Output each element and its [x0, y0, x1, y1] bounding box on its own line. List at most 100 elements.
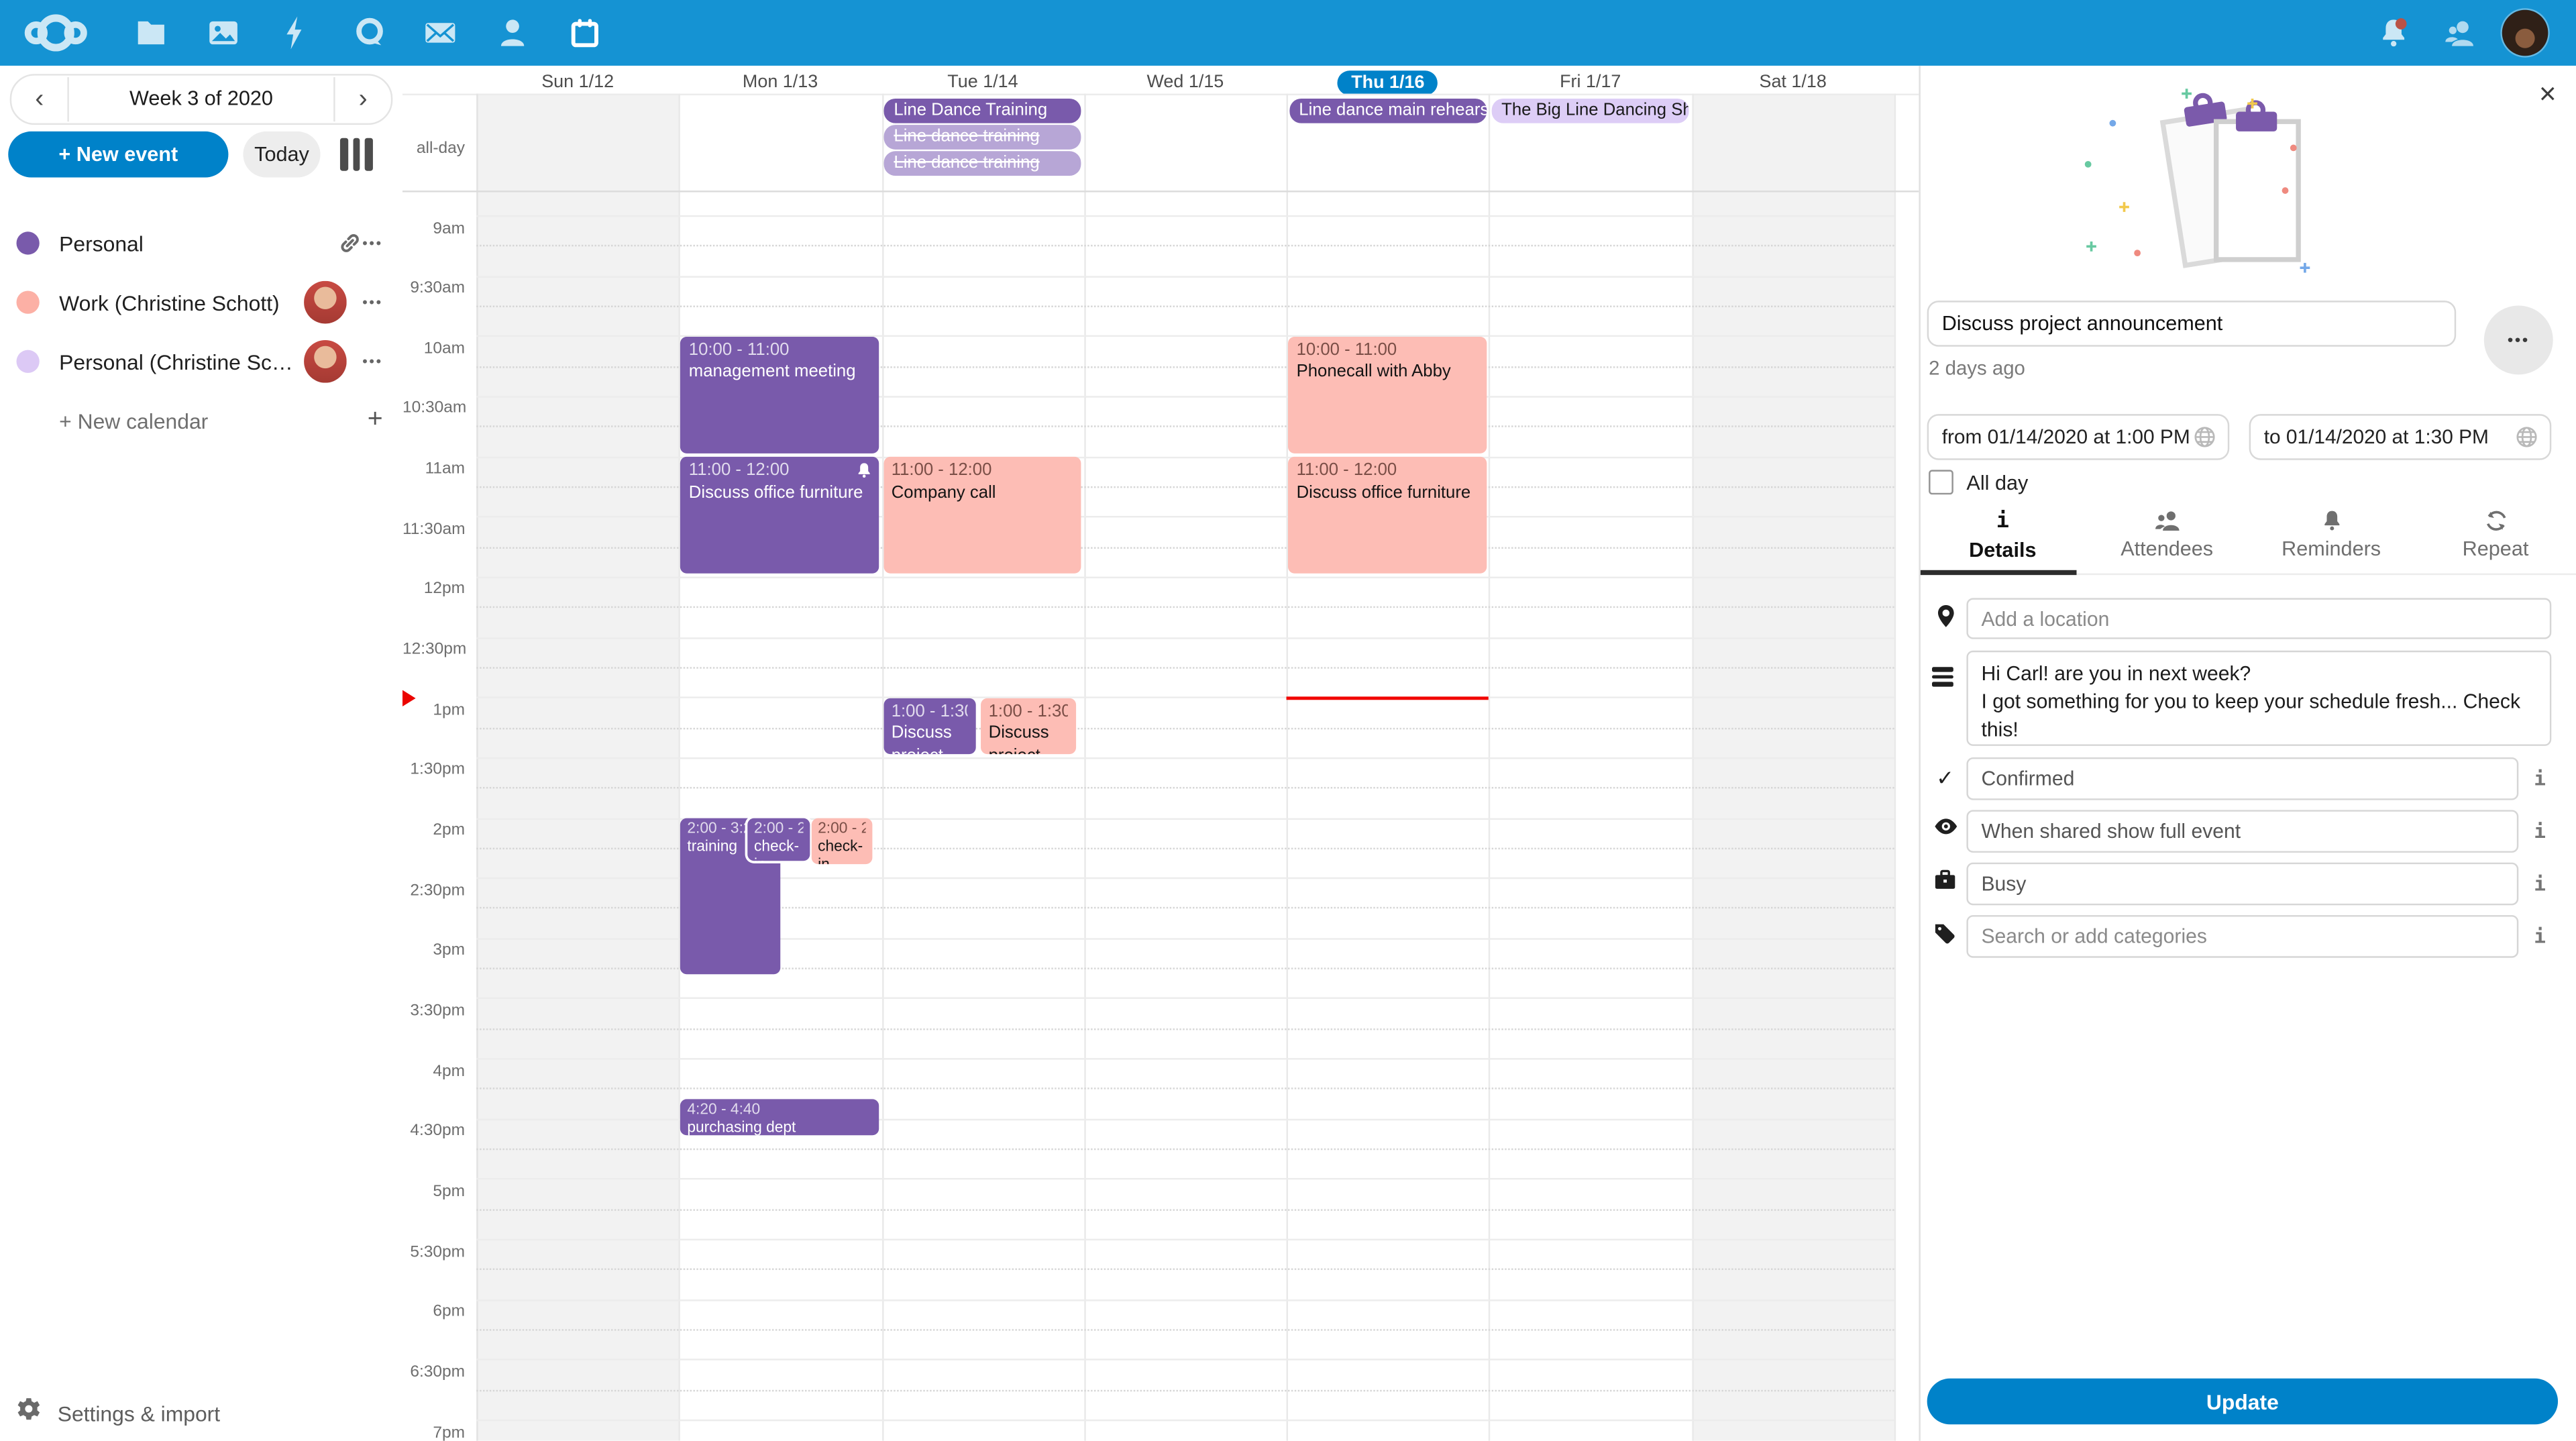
status-check-icon: ✓: [1932, 765, 1958, 792]
status-select[interactable]: Confirmed: [1966, 757, 2518, 800]
settings-import-button[interactable]: Settings & import: [16, 1398, 220, 1428]
description-textarea[interactable]: Hi Carl! are you in next week? I got som…: [1966, 651, 2551, 746]
tab-details[interactable]: i Details: [1921, 506, 2085, 575]
calendar-event[interactable]: 10:00 - 11:00management meeting: [681, 337, 879, 453]
all-day-event[interactable]: The Big Line Dancing Show: [1491, 99, 1689, 123]
time-axis-label: 9:30am: [402, 280, 465, 298]
calendar-week-grid: Sun 1/12Mon 1/13Tue 1/14Wed 1/15Thu 1/16…: [402, 66, 1919, 1441]
event-title-input[interactable]: [1927, 301, 2457, 347]
time-grid: 9am9:30am10am10:30am11am11:30am12pm12:30…: [402, 193, 1919, 1441]
talk-app-icon[interactable]: [333, 0, 406, 66]
event-actions-menu-icon[interactable]: •••: [2484, 306, 2553, 375]
calendar-event[interactable]: 1:00 - 1:30Discuss project: [980, 698, 1075, 754]
app-window: ‹ Week 3 of 2020 › + New event Today Per…: [0, 0, 2576, 1441]
calendar-name: Personal (Christine Scho…): [59, 349, 303, 374]
files-app-icon[interactable]: [115, 0, 187, 66]
calendar-actions-icon[interactable]: •••: [362, 354, 382, 370]
new-calendar-button[interactable]: + New calendar+: [0, 391, 402, 450]
close-icon[interactable]: ×: [2539, 79, 2557, 109]
today-pill: Thu 1/16: [1338, 70, 1438, 95]
calendar-event[interactable]: 2:00 - 2:20check-in: [747, 818, 809, 861]
time-axis-label: 6pm: [402, 1303, 465, 1322]
tab-reminders[interactable]: Reminders: [2249, 506, 2414, 575]
day-header: Mon 1/13: [679, 70, 881, 93]
photos-app-icon[interactable]: [187, 0, 260, 66]
time-axis-label: 11am: [402, 460, 465, 478]
calendar-actions-icon[interactable]: •••: [362, 294, 382, 310]
event-illustration: [2059, 85, 2420, 279]
time-axis-label: 2:30pm: [402, 882, 465, 900]
calendar-event[interactable]: 4:20 - 4:40purchasing dept: [681, 1099, 879, 1135]
categories-tag-icon: [1932, 922, 1958, 953]
plus-icon: +: [368, 406, 383, 435]
event-start-datetime[interactable]: from 01/14/2020 at 1:00 PM: [1927, 414, 2230, 460]
editor-tabs: i Details Attendees Reminders Repeat: [1921, 506, 2576, 575]
time-axis-label: 1:30pm: [402, 761, 465, 780]
update-button[interactable]: Update: [1927, 1379, 2558, 1425]
visibility-eye-icon: [1932, 815, 1958, 845]
calendar-event[interactable]: 11:00 - 12:00Discuss office furniture: [681, 457, 879, 573]
event-end-datetime[interactable]: to 01/14/2020 at 1:30 PM: [2249, 414, 2552, 460]
location-pin-icon: [1932, 603, 1958, 637]
categories-info-icon[interactable]: i: [2528, 925, 2551, 948]
mail-app-icon[interactable]: [404, 0, 476, 66]
calendar-event[interactable]: 11:00 - 12:00Discuss office furniture: [1288, 457, 1487, 573]
calendar-owner-avatar: [303, 281, 346, 324]
calendar-event[interactable]: 11:00 - 12:00Company call: [883, 457, 1081, 573]
time-axis-label: 4pm: [402, 1062, 465, 1080]
calendar-event[interactable]: 1:00 - 1:30Discuss project announcement: [883, 698, 976, 754]
week-view-toggle-icon[interactable]: [340, 138, 372, 171]
location-input[interactable]: [1966, 598, 2551, 639]
day-header: Sun 1/12: [476, 70, 679, 93]
week-range-label[interactable]: Week 3 of 2020: [67, 77, 335, 121]
visibility-select[interactable]: When shared show full event: [1966, 810, 2518, 853]
contacts-app-icon[interactable]: [476, 0, 549, 66]
time-axis-label: 6:30pm: [402, 1363, 465, 1381]
nextcloud-logo-icon[interactable]: [19, 0, 92, 66]
time-axis-label: 3pm: [402, 942, 465, 960]
all-day-event[interactable]: Line dance training: [884, 125, 1082, 150]
last-modified-label: 2 days ago: [1929, 356, 2025, 379]
day-header: Wed 1/15: [1084, 70, 1287, 93]
calendar-list-item[interactable]: Work (Christine Schott)•••: [0, 273, 402, 332]
time-axis-label: 2pm: [402, 821, 465, 839]
next-week-button[interactable]: ›: [335, 76, 391, 123]
all-day-event[interactable]: Line Dance Training: [884, 99, 1082, 123]
current-time-arrow: [402, 690, 424, 706]
time-axis-label: 3:30pm: [402, 1002, 465, 1020]
busy-info-icon[interactable]: i: [2528, 872, 2551, 895]
contacts-menu-icon[interactable]: [2423, 0, 2496, 66]
previous-week-button[interactable]: ‹: [11, 76, 67, 123]
all-day-event[interactable]: Line dance training: [884, 152, 1082, 176]
tab-repeat[interactable]: Repeat: [2414, 506, 2576, 575]
categories-input[interactable]: [1966, 915, 2518, 958]
share-link-icon[interactable]: [336, 230, 362, 256]
status-info-icon[interactable]: i: [2528, 767, 2551, 790]
description-icon: [1932, 663, 1958, 690]
attendees-icon: [2153, 509, 2181, 532]
details-icon: i: [1996, 509, 2009, 534]
calendar-list-item[interactable]: Personal (Christine Scho…) •••: [0, 332, 402, 391]
calendar-list-item[interactable]: Personal •••: [0, 213, 402, 272]
time-axis-label: 10am: [402, 339, 465, 358]
current-time-line: [1287, 697, 1489, 700]
activity-app-icon[interactable]: [260, 0, 332, 66]
tab-attendees[interactable]: Attendees: [2085, 506, 2249, 575]
notifications-bell-icon[interactable]: [2357, 0, 2430, 66]
all-day-event[interactable]: Line dance main rehearsal: [1289, 99, 1487, 123]
calendar-actions-icon[interactable]: •••: [362, 235, 382, 251]
calendar-name: Personal: [59, 231, 336, 256]
user-avatar[interactable]: [2502, 10, 2548, 56]
calendar-color-dot: [16, 290, 39, 313]
visibility-info-icon[interactable]: i: [2528, 820, 2551, 843]
today-button[interactable]: Today: [243, 131, 320, 178]
new-event-button[interactable]: + New event: [8, 131, 228, 178]
calendar-event[interactable]: 2:00 - 2:20check-in: [811, 818, 873, 865]
all-day-checkbox[interactable]: [1929, 470, 1953, 494]
busy-select[interactable]: Busy: [1966, 863, 2518, 906]
time-axis-label: 9am: [402, 219, 465, 237]
busy-briefcase-icon: [1932, 869, 1958, 899]
settings-label: Settings & import: [58, 1401, 220, 1426]
time-axis-label: 4:30pm: [402, 1122, 465, 1140]
calendar-event[interactable]: 10:00 - 11:00Phonecall with Abby: [1288, 337, 1487, 453]
